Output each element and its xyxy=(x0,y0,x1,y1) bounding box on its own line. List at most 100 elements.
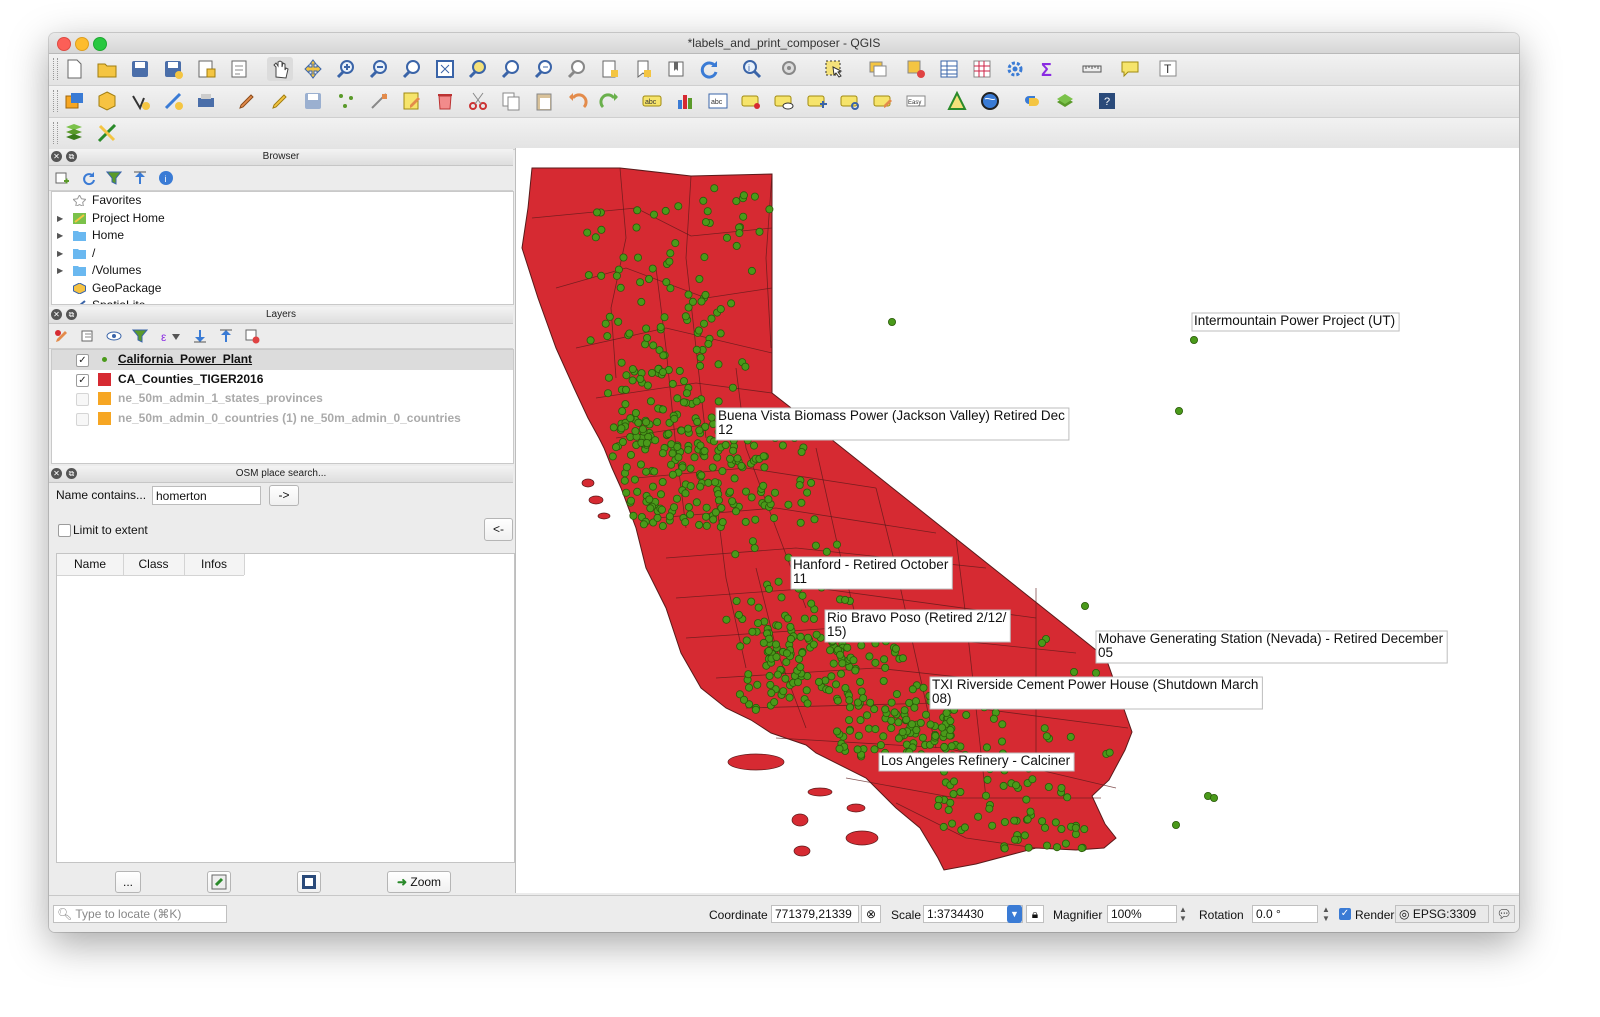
power-plant-point[interactable] xyxy=(658,368,667,377)
expand-arrow-icon[interactable]: ▶ xyxy=(57,210,63,228)
locator-search-input[interactable]: 🔍︎ Type to locate (⌘K) xyxy=(53,905,227,923)
power-plant-point[interactable] xyxy=(714,496,723,505)
power-plant-point[interactable] xyxy=(931,731,940,740)
power-plant-point[interactable] xyxy=(609,423,618,432)
power-plant-point[interactable] xyxy=(656,323,665,332)
magnifier-spinner[interactable]: ▲ ▼ xyxy=(1179,905,1189,923)
copy-features-icon[interactable] xyxy=(498,89,524,113)
power-plant-point[interactable] xyxy=(648,264,657,273)
power-plant-point[interactable] xyxy=(974,812,983,821)
processing-toolbox-icon[interactable] xyxy=(1002,57,1028,81)
show-hide-labels-icon[interactable] xyxy=(771,89,797,113)
power-plant-point[interactable] xyxy=(684,290,693,299)
power-plant-point[interactable] xyxy=(702,503,711,512)
current-edits-icon[interactable] xyxy=(234,89,260,113)
power-plant-point[interactable] xyxy=(631,408,640,417)
power-plant-point[interactable] xyxy=(721,440,730,449)
power-plant-point[interactable] xyxy=(785,693,794,702)
power-plant-point[interactable] xyxy=(711,478,720,487)
power-plant-point[interactable] xyxy=(845,716,854,725)
power-plant-point[interactable] xyxy=(644,275,653,284)
power-plant-point[interactable] xyxy=(726,487,735,496)
power-plant-point[interactable] xyxy=(664,429,673,438)
change-label-icon[interactable] xyxy=(870,89,896,113)
layer-item-states[interactable]: ne_50m_admin_1_states_provinces xyxy=(52,389,513,409)
power-plant-point[interactable] xyxy=(627,450,636,459)
power-plant-point[interactable] xyxy=(856,677,865,686)
power-plant-point[interactable] xyxy=(755,227,764,236)
power-plant-point[interactable] xyxy=(748,537,757,546)
power-plant-point[interactable] xyxy=(796,663,805,672)
power-plant-point[interactable] xyxy=(605,312,614,321)
power-plant-point[interactable] xyxy=(1044,783,1053,792)
power-plant-point[interactable] xyxy=(618,407,627,416)
power-plant-point[interactable] xyxy=(881,663,890,672)
save-as-icon[interactable] xyxy=(160,57,186,81)
power-plant-point[interactable] xyxy=(777,593,786,602)
power-plant-point[interactable] xyxy=(770,698,779,707)
power-plant-point[interactable] xyxy=(686,482,695,491)
power-plant-point[interactable] xyxy=(771,640,780,649)
limit-to-extent-checkbox[interactable] xyxy=(58,524,71,537)
messages-icon[interactable]: 💬︎ xyxy=(1493,905,1515,923)
power-plant-point[interactable] xyxy=(716,305,725,314)
power-plant-point[interactable] xyxy=(942,709,951,718)
power-plant-point[interactable] xyxy=(673,442,682,451)
power-plant-point[interactable] xyxy=(622,463,631,472)
power-plant-point[interactable] xyxy=(918,733,927,742)
text-annotation-icon[interactable]: T xyxy=(1155,57,1181,81)
rotation-spinner[interactable]: ▲ ▼ xyxy=(1322,905,1332,923)
power-plant-point[interactable] xyxy=(727,299,736,308)
power-plant-point[interactable] xyxy=(668,470,677,479)
power-plant-point[interactable] xyxy=(765,205,774,214)
power-plant-point[interactable] xyxy=(666,284,675,293)
vertex-tool-icon[interactable] xyxy=(366,89,392,113)
power-plant-point[interactable] xyxy=(825,686,834,695)
power-plant-point[interactable] xyxy=(658,477,667,486)
crs-button[interactable]: ◎ EPSG:3309 xyxy=(1395,905,1489,923)
power-plant-point[interactable] xyxy=(797,447,806,456)
results-table[interactable]: Name Class Infos xyxy=(56,553,515,863)
power-plant-point[interactable] xyxy=(1041,823,1050,832)
power-plant-point[interactable] xyxy=(871,725,880,734)
collapse-all-icon[interactable] xyxy=(132,170,148,186)
power-plant-point[interactable] xyxy=(714,360,723,369)
browser-item-spatialite[interactable]: SpatiaLite xyxy=(52,297,513,304)
power-plant-point[interactable] xyxy=(692,397,701,406)
power-plant-point[interactable] xyxy=(1038,817,1047,826)
close-panel-icon[interactable]: ✕ xyxy=(51,468,62,479)
info-icon[interactable]: i xyxy=(158,170,174,186)
power-plant-point[interactable] xyxy=(626,414,635,423)
power-plant-point[interactable] xyxy=(759,638,768,647)
power-plant-point[interactable] xyxy=(786,634,795,643)
cut-features-icon[interactable] xyxy=(465,89,491,113)
statistical-summary-icon[interactable]: Σ xyxy=(1035,57,1061,81)
power-plant-point[interactable] xyxy=(642,438,651,447)
power-plant-point[interactable] xyxy=(735,229,744,238)
browser-item-volumes[interactable]: ▶ /Volumes xyxy=(52,262,513,280)
power-plant-point[interactable] xyxy=(739,695,748,704)
zoom-to-layer-icon[interactable] xyxy=(498,57,524,81)
power-plant-point[interactable] xyxy=(643,381,652,390)
power-plant-point[interactable] xyxy=(704,339,713,348)
help-icon[interactable]: ? xyxy=(1094,89,1120,113)
power-plant-point[interactable] xyxy=(1026,807,1035,816)
scale-dropdown-icon[interactable]: ▼ xyxy=(1007,905,1022,923)
power-plant-point[interactable] xyxy=(612,443,621,452)
power-plant-point[interactable] xyxy=(1175,406,1184,415)
power-plant-point[interactable] xyxy=(695,520,704,529)
power-plant-point[interactable] xyxy=(731,507,740,516)
power-plant-point[interactable] xyxy=(658,449,667,458)
layout-manager-icon[interactable] xyxy=(226,57,252,81)
power-plant-point[interactable] xyxy=(832,727,841,736)
extent-button[interactable] xyxy=(297,871,321,893)
highlight-pinned-labels-icon[interactable]: abc xyxy=(705,89,731,113)
power-plant-point[interactable] xyxy=(731,550,740,559)
power-plant-point[interactable] xyxy=(632,223,641,232)
manage-map-themes-icon[interactable] xyxy=(106,328,122,344)
power-plant-point[interactable] xyxy=(709,515,718,524)
power-plant-point[interactable] xyxy=(669,503,678,512)
power-plant-point[interactable] xyxy=(769,514,778,523)
power-plant-point[interactable] xyxy=(784,500,793,509)
power-plant-point[interactable] xyxy=(956,742,965,751)
